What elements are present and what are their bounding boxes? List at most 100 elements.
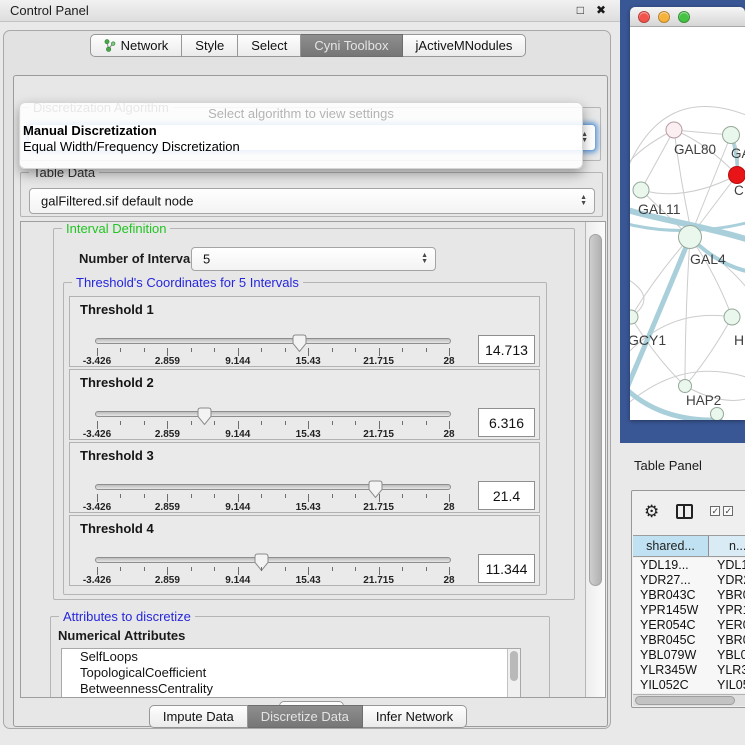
tab-network[interactable]: Network bbox=[90, 34, 183, 57]
table-row[interactable]: YDL19...YDL19... bbox=[633, 558, 745, 573]
scale-label: -3.426 bbox=[83, 356, 111, 367]
tick-mark bbox=[285, 421, 286, 425]
attribute-item-selfloops[interactable]: SelfLoops bbox=[62, 649, 520, 665]
tick-mark bbox=[214, 494, 215, 498]
threshold-panel-4: Threshold 4-3.4262.8599.14415.4321.71528… bbox=[69, 515, 540, 586]
list-scrollbar[interactable] bbox=[507, 649, 520, 698]
panel-scrollbar[interactable] bbox=[585, 222, 605, 697]
tick-mark bbox=[355, 567, 356, 571]
hscrollbar-thumb[interactable] bbox=[635, 696, 735, 705]
tick-mark bbox=[97, 494, 98, 502]
float-window-icon[interactable]: □ bbox=[577, 3, 584, 17]
table-row[interactable]: YER054CYER054C bbox=[633, 618, 745, 633]
tab-label: jActiveMNodules bbox=[416, 38, 513, 53]
tab-style[interactable]: Style bbox=[182, 34, 238, 57]
network-node[interactable] bbox=[729, 167, 745, 184]
close-traffic-light-icon[interactable] bbox=[638, 11, 650, 23]
tick-mark bbox=[285, 494, 286, 498]
tab-label: Network bbox=[121, 38, 169, 53]
scale-label: 15.43 bbox=[296, 575, 321, 586]
group-title-thresholds: Threshold's Coordinates for 5 Intervals bbox=[72, 275, 303, 290]
list-scrollbar-thumb[interactable] bbox=[510, 651, 518, 681]
tick-mark bbox=[426, 348, 427, 352]
scale-label: 9.144 bbox=[225, 429, 250, 440]
threshold-slider[interactable]: -3.4262.8599.14415.4321.71528 bbox=[95, 443, 451, 514]
panel-scrollbar-thumb[interactable] bbox=[589, 234, 602, 586]
close-icon[interactable]: ✖ bbox=[596, 3, 606, 17]
combo-arrows-icon: ▲▼ bbox=[580, 195, 587, 207]
table-row[interactable]: YBR043CYBR043C bbox=[633, 588, 745, 603]
threshold-slider[interactable]: -3.4262.8599.14415.4321.71528 bbox=[95, 297, 451, 368]
tick-mark bbox=[167, 348, 168, 356]
tab-cyni-toolbox[interactable]: Cyni Toolbox bbox=[301, 34, 402, 57]
tab-impute-data[interactable]: Impute Data bbox=[149, 705, 248, 728]
threshold-slider[interactable]: -3.4262.8599.14415.4321.71528 bbox=[95, 370, 451, 441]
table-row[interactable]: YIL052CYIL052C bbox=[633, 678, 745, 693]
table-row[interactable]: YBR045CYBR045C bbox=[633, 633, 745, 648]
number-of-intervals-combobox[interactable]: 5 ▲▼ bbox=[191, 247, 436, 271]
table-horizontal-scrollbar[interactable] bbox=[633, 694, 745, 706]
cell-name: YLR345W bbox=[709, 663, 745, 678]
tick-mark bbox=[120, 348, 121, 352]
scale-label: 2.859 bbox=[155, 356, 180, 367]
network-canvas[interactable]: GAL80GACGAL11GAL4GCY1HHAP2 bbox=[630, 27, 745, 420]
threshold-value-field[interactable]: 21.4 bbox=[478, 481, 535, 510]
table-panel-title: Table Panel bbox=[634, 458, 702, 473]
column-header-name[interactable]: n... bbox=[709, 536, 745, 556]
table-data-combobox[interactable]: galFiltered.sif default node ▲▼ bbox=[29, 188, 595, 214]
tick-mark bbox=[167, 494, 168, 502]
table-row[interactable]: YDR27...YDR27... bbox=[633, 573, 745, 588]
network-node[interactable] bbox=[666, 122, 682, 138]
attribute-item-topologicalcoefficient[interactable]: TopologicalCoefficient bbox=[62, 665, 520, 681]
network-node[interactable] bbox=[679, 380, 692, 393]
select-columns-icon[interactable]: ✓ ✓ bbox=[710, 506, 733, 516]
minimize-traffic-light-icon[interactable] bbox=[658, 11, 670, 23]
table-row[interactable]: YBL079WYBL079W bbox=[633, 648, 745, 663]
split-columns-icon[interactable] bbox=[676, 504, 693, 519]
network-node[interactable] bbox=[633, 182, 649, 198]
tab-infer-network[interactable]: Infer Network bbox=[363, 705, 467, 728]
network-node[interactable] bbox=[724, 309, 740, 325]
table-row[interactable]: YLR345WYLR345W bbox=[633, 663, 745, 678]
tick-mark bbox=[355, 494, 356, 498]
column-header-shared-name[interactable]: shared... bbox=[633, 536, 709, 556]
table-row[interactable]: YPR145WYPR145W bbox=[633, 603, 745, 618]
network-node[interactable] bbox=[723, 127, 740, 144]
dropdown-item-manual-discretization[interactable]: Manual Discretization bbox=[20, 123, 582, 139]
scale-label: 21.715 bbox=[363, 429, 394, 440]
table-data-value: galFiltered.sif default node bbox=[41, 194, 193, 209]
tick-mark bbox=[191, 348, 192, 352]
tab-select[interactable]: Select bbox=[238, 34, 301, 57]
tick-mark bbox=[97, 421, 98, 429]
table-toolbar: ⚙ ✓ ✓ bbox=[632, 491, 745, 531]
table-body: YDL19...YDL19...YDR27...YDR27...YBR043CY… bbox=[633, 558, 745, 693]
threshold-value-field[interactable]: 6.316 bbox=[478, 408, 535, 437]
dropdown-item-equal-width-frequency-discretization[interactable]: Equal Width/Frequency Discretization bbox=[20, 139, 582, 155]
tick-mark bbox=[120, 421, 121, 425]
combo-arrows-icon: ▲▼ bbox=[421, 253, 428, 265]
cell-shared-name: YDL19... bbox=[633, 558, 709, 573]
network-window: GAL80GACGAL11GAL4GCY1HHAP2 bbox=[630, 7, 745, 420]
zoom-traffic-light-icon[interactable] bbox=[678, 11, 690, 23]
tick-mark bbox=[167, 567, 168, 575]
slider-track bbox=[95, 557, 451, 563]
numerical-attributes-list[interactable]: SelfLoopsTopologicalCoefficientBetweenne… bbox=[61, 648, 521, 698]
threshold-slider[interactable]: -3.4262.8599.14415.4321.71528 bbox=[95, 516, 451, 587]
number-of-intervals-value: 5 bbox=[203, 252, 210, 267]
cell-shared-name: YBR045C bbox=[633, 633, 709, 648]
control-panel: Network StyleSelectCyni Toolbox jActiveMNo… bbox=[3, 30, 611, 729]
scale-label: 21.715 bbox=[363, 575, 394, 586]
gear-icon[interactable]: ⚙ bbox=[644, 503, 659, 520]
bottom-tab-bar: Impute DataDiscretize DataInfer Network bbox=[4, 705, 612, 728]
tick-mark bbox=[144, 494, 145, 498]
tab-discretize-data[interactable]: Discretize Data bbox=[248, 705, 363, 728]
threshold-value-field[interactable]: 11.344 bbox=[478, 554, 535, 583]
cell-shared-name: YER054C bbox=[633, 618, 709, 633]
tick-mark bbox=[355, 421, 356, 425]
tick-mark bbox=[144, 567, 145, 571]
threshold-value-field[interactable]: 14.713 bbox=[478, 335, 535, 364]
attribute-item-betweennesscentrality[interactable]: BetweennessCentrality bbox=[62, 681, 520, 697]
network-node[interactable] bbox=[679, 226, 702, 249]
network-node[interactable] bbox=[711, 408, 724, 421]
tab-jactivemnodules[interactable]: jActiveMNodules bbox=[403, 34, 527, 57]
